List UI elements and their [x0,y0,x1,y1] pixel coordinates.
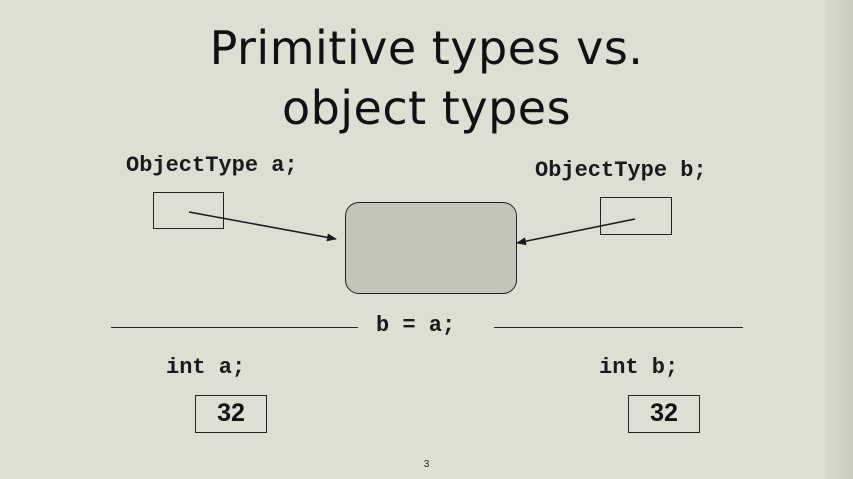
reference-a-box [153,192,224,229]
shared-object-box [345,202,517,294]
page-number: 3 [423,459,430,470]
object-a-declaration: ObjectType a; [126,153,298,178]
int-a-value-box: 32 [195,395,267,433]
slide-title-line-2: object types [281,81,572,135]
object-b-declaration: ObjectType b; [535,158,707,183]
int-b-value-box: 32 [628,395,700,433]
divider-line-left [111,327,358,328]
int-a-declaration: int a; [166,355,246,380]
divider-line-right [494,327,743,328]
int-b-declaration: int b; [599,355,679,380]
reference-b-box [600,197,672,235]
slide-title-line-1: Primitive types vs. [209,21,644,75]
assignment-statement: b = a; [376,313,456,338]
